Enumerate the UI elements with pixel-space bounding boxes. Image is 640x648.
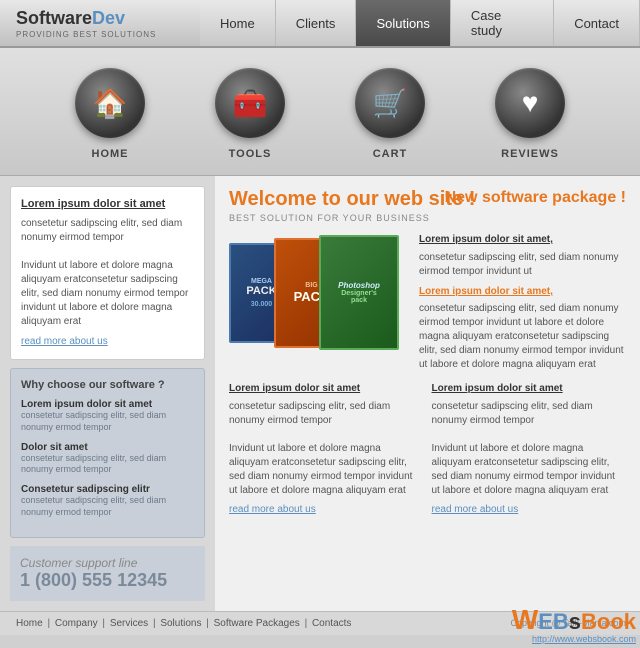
support-number: 1 (800) 555 12345 [20,570,195,591]
lower-block-2: Lorem ipsum dolor sit amet consetetur sa… [432,382,627,517]
logo-sw: Software [16,8,92,28]
desc-orange: Lorem ipsum dolor sit amet, [419,285,626,299]
sidebar-read-more-1[interactable]: read more about us [21,335,194,349]
content-description: Lorem ipsum dolor sit amet, consetetur s… [419,233,626,372]
sidebar-card-1-title[interactable]: Lorem ipsum dolor sit amet [21,197,194,212]
cart-icon: 🛒 [355,68,425,138]
lower-title-2: Lorem ipsum dolor sit amet [432,382,627,396]
icon-home[interactable]: 🏠 HOME [75,68,145,160]
wb-url[interactable]: http://www.websbook.com [512,634,636,644]
why-text-2: consetetur sadipscing elitr, sed diam no… [21,453,194,476]
wb-book: Book [581,609,636,634]
nav-clients[interactable]: Clients [276,0,357,46]
footer-link-contacts[interactable]: Contacts [312,618,351,629]
nav-solutions[interactable]: Solutions [356,0,450,46]
welcome-bar: Welcome to our web site ! New software p… [229,188,626,223]
wb-eb: EB [538,609,569,634]
why-title: Why choose our software ? [21,379,194,391]
icon-home-label: HOME [92,148,129,160]
footer-link-services[interactable]: Services [110,618,148,629]
why-title-3: Consetetur sadipscing elitr [21,484,194,495]
welcome-heading: Welcome to our web site ! [229,188,475,210]
nav-home[interactable]: Home [200,0,276,46]
lower-block-1: Lorem ipsum dolor sit amet consetetur sa… [229,382,424,517]
lower-read-more-1[interactable]: read more about us [229,503,424,517]
wb-logo: WEBsBook [512,606,636,634]
logo-subtitle: Providing Best Solutions [16,30,200,39]
lower-title-1: Lorem ipsum dolor sit amet [229,382,424,396]
content-area: Welcome to our web site ! New software p… [215,176,640,611]
support-bar: Customer support line 1 (800) 555 12345 [10,546,205,601]
icon-reviews[interactable]: ♥ REVIEWS [495,68,565,160]
logo-area: SoftwareDev Providing Best Solutions [0,0,200,46]
why-item-3: Consetetur sadipscing elitr consetetur s… [21,484,194,518]
icon-reviews-label: REVIEWS [501,148,559,160]
icon-tools-label: TOOLS [229,148,272,160]
welcome-rest: to our web site ! [316,188,475,210]
footer-link-company[interactable]: Company [55,618,98,629]
sidebar: Lorem ipsum dolor sit amet consetetur sa… [0,176,215,611]
icon-cart[interactable]: 🛒 CART [355,68,425,160]
product-area: MEGA PACK 30.000 BIG PACK Photoshop [229,233,626,372]
why-item-2: Dolor sit amet consetetur sadipscing eli… [21,442,194,476]
content-lower: Lorem ipsum dolor sit amet consetetur sa… [229,382,626,517]
home-icon: 🏠 [75,68,145,138]
footer-link-home[interactable]: Home [16,618,43,629]
why-text-1: consetetur sadipscing elitr, sed diam no… [21,410,194,433]
why-item-1: Lorem ipsum dolor sit amet consetetur sa… [21,399,194,433]
desc-body: consetetur sadipscing elitr, sed diam no… [419,303,624,370]
footer-links: Home | Company | Services | Solutions | … [14,618,353,629]
watermark: WEBsBook http://www.websbook.com [512,606,636,644]
lower-text-2: consetetur sadipscing elitr, sed diam no… [432,401,615,496]
lower-read-more-2[interactable]: read more about us [432,503,627,517]
nav-casestudy[interactable]: Case study [451,0,554,46]
icon-tools[interactable]: 🧰 TOOLS [215,68,285,160]
tools-icon: 🧰 [215,68,285,138]
icon-cart-label: CART [373,148,408,160]
nav-contact[interactable]: Contact [554,0,640,46]
footer-link-solutions[interactable]: Solutions [160,618,201,629]
footer-link-packages[interactable]: Software Packages [214,618,300,629]
nav: Home Clients Solutions Case study Contac… [200,0,640,46]
wb-w: W [512,604,538,635]
lower-text-1: consetetur sadipscing elitr, sed diam no… [229,401,412,496]
sidebar-card-1: Lorem ipsum dolor sit amet consetetur sa… [10,186,205,360]
welcome-colored: Welcome [229,188,316,210]
desc-title: Lorem ipsum dolor sit amet, [419,233,626,247]
best-sol-label: Best Solution For Your Business [229,213,626,223]
why-title-1: Lorem ipsum dolor sit amet [21,399,194,410]
logo-title: SoftwareDev [16,7,200,30]
sidebar-card-1-text: consetetur sadipscing elitr, sed diam no… [21,218,182,243]
why-title-2: Dolor sit amet [21,442,194,453]
sidebar-card-1-body: Invidunt ut labore et dolore magna aliqu… [21,260,188,327]
header: SoftwareDev Providing Best Solutions Hom… [0,0,640,48]
product-boxes: MEGA PACK 30.000 BIG PACK Photoshop [229,233,409,353]
photoshop-box[interactable]: Photoshop Designer'spack [319,235,399,350]
icon-section: 🏠 HOME 🧰 TOOLS 🛒 CART ♥ REVIEWS [0,48,640,176]
support-title: Customer support line [20,556,195,570]
wb-s: s [569,609,581,634]
main: Lorem ipsum dolor sit amet consetetur sa… [0,176,640,611]
desc-text: consetetur sadipscing elitr, sed diam no… [419,252,619,277]
sidebar-why: Why choose our software ? Lorem ipsum do… [10,368,205,537]
why-text-3: consetetur sadipscing elitr, sed diam no… [21,495,194,518]
reviews-icon: ♥ [495,68,565,138]
